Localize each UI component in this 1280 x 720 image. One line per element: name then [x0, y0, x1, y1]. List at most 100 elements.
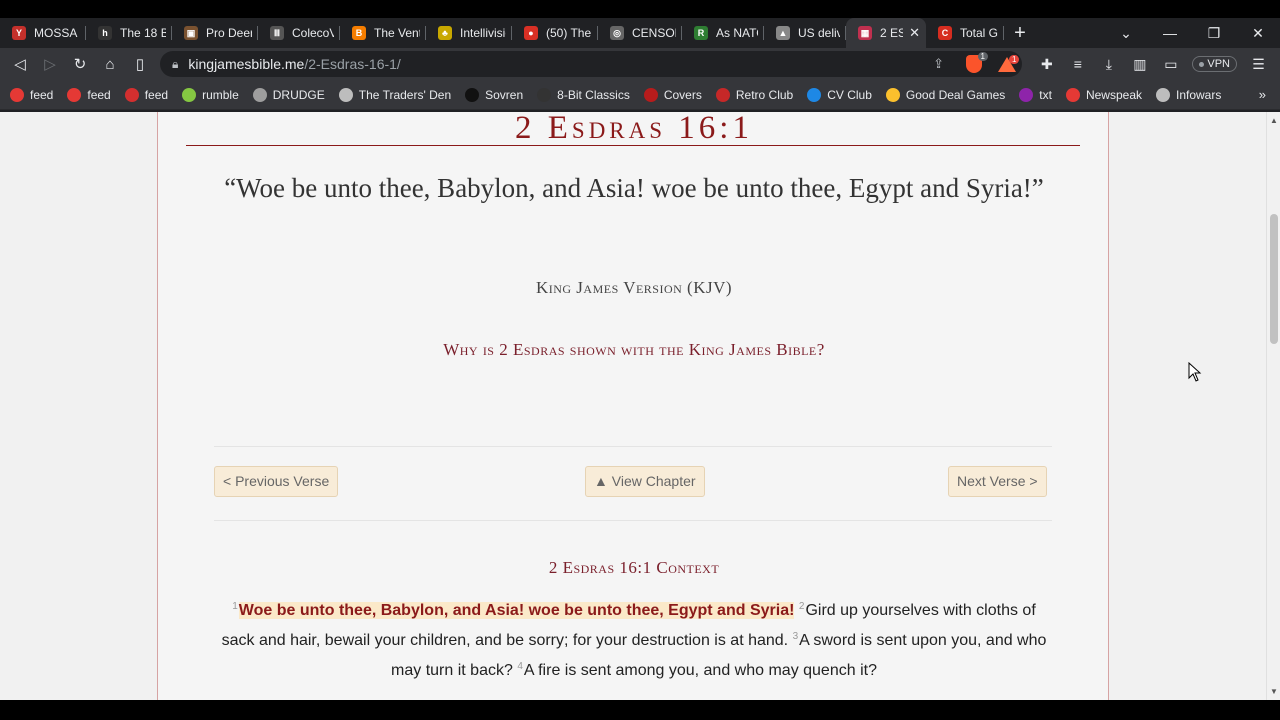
bookmark-item[interactable]: rumble — [182, 87, 239, 102]
vpn-status-icon — [1199, 61, 1205, 67]
back-icon[interactable]: ◁ — [5, 55, 35, 73]
bookmark-favicon-icon — [537, 87, 552, 102]
next-verse-button[interactable]: Next Verse > — [948, 466, 1047, 497]
rewards-count-badge: 1 — [1009, 54, 1020, 64]
bookmark-favicon-icon — [1156, 87, 1170, 102]
bookmark-item[interactable]: feed — [10, 87, 54, 102]
close-tab-icon[interactable]: ✕ — [909, 25, 920, 41]
browser-tab[interactable]: R As NATO I — [682, 18, 764, 48]
bookmark-favicon-icon — [338, 87, 353, 102]
lock-icon[interactable]: 🔒︎ — [172, 57, 178, 72]
bookmark-item[interactable]: DRUDGE — [252, 87, 325, 102]
title-underline — [186, 145, 1080, 146]
menu-icon[interactable]: ☰ — [1243, 56, 1274, 73]
previous-verse-button[interactable]: < Previous Verse — [214, 466, 339, 497]
bookmark-item[interactable]: Covers — [643, 87, 702, 102]
tab-title: Pro Deer — [206, 26, 252, 40]
bookmark-label: Newspeak — [1085, 87, 1142, 102]
verse-number[interactable]: 3 — [793, 631, 799, 642]
reload-icon[interactable]: ↻ — [65, 55, 95, 73]
download-icon[interactable]: ⤓ — [1093, 56, 1124, 73]
bookmark-label: Covers — [663, 87, 702, 102]
browser-tab[interactable]: C Total Gric — [926, 18, 1004, 48]
page-scrollbar[interactable]: ▲ ▼ — [1266, 112, 1280, 700]
bookmark-item[interactable]: Sovren — [465, 87, 523, 102]
browser-tab[interactable]: Ⅲ ColecoVis — [258, 18, 340, 48]
brave-rewards-icon[interactable]: 1 — [998, 54, 1020, 72]
context-passage: 1Woe be unto thee, Babylon, and Asia! wo… — [214, 596, 1054, 686]
close-window-icon[interactable]: ✕ — [1236, 25, 1280, 42]
divider-bottom — [214, 520, 1052, 521]
screen-bottom-border — [0, 700, 1280, 720]
browser-tab[interactable]: ● (50) The H — [512, 18, 598, 48]
tab-favicon-icon: ▲ — [776, 26, 790, 40]
bookmark-item[interactable]: feed — [67, 87, 111, 102]
sidebar-icon[interactable]: ▥ — [1124, 56, 1155, 73]
scroll-up-icon[interactable]: ▲ — [1270, 116, 1278, 125]
bookmark-favicon-icon — [1019, 87, 1034, 102]
brave-shields-icon[interactable]: 1 — [966, 52, 988, 73]
scroll-down-icon[interactable]: ▼ — [1270, 687, 1278, 696]
bookmark-item[interactable]: 8-Bit Classics — [537, 87, 630, 102]
more-bookmarks-icon[interactable]: » — [1259, 87, 1266, 102]
restore-icon[interactable]: ❐ — [1192, 25, 1236, 42]
bookmark-label: feed — [30, 87, 54, 102]
bookmark-item[interactable]: The Traders' Den — [338, 87, 452, 102]
tab-title: The Ventu — [374, 26, 420, 40]
context-verse-text: A fire is sent among you, and who may qu… — [523, 662, 877, 679]
new-tab-button[interactable]: + — [1004, 22, 1036, 45]
bookmark-item[interactable]: Newspeak — [1065, 87, 1142, 102]
browser-tab[interactable]: Y MOSSA | — [0, 18, 86, 48]
bookmark-favicon-icon — [10, 87, 24, 102]
bookmark-item[interactable]: feed — [124, 87, 168, 102]
browser-tab[interactable]: B The Ventu — [340, 18, 426, 48]
browser-tab[interactable]: ♣ Intellivisio — [426, 18, 512, 48]
browser-tab[interactable]: ◎ CENSORE — [598, 18, 682, 48]
bookmark-label: Infowars — [1176, 87, 1222, 102]
bookmark-label: The Traders' Den — [358, 87, 452, 102]
verse-number[interactable]: 1 — [232, 601, 238, 612]
browser-tab[interactable]: ▣ Pro Deer — [172, 18, 258, 48]
scrollbar-thumb[interactable] — [1270, 214, 1278, 344]
toolbar: ◁ ▷ ↻ ⌂ ▯ 🔒︎ kingjamesbible.me/2-Esdras-… — [0, 48, 1280, 80]
url-path: /2-Esdras-16-1/ — [304, 56, 401, 72]
bookmark-icon[interactable]: ▯ — [125, 55, 155, 73]
view-chapter-button[interactable]: ▲ View Chapter — [585, 466, 705, 497]
bookmark-item[interactable]: CV Club — [807, 87, 872, 102]
bookmark-favicon-icon — [807, 87, 822, 102]
playlist-icon[interactable]: ≡ — [1062, 56, 1093, 72]
verse-number[interactable]: 4 — [517, 661, 523, 672]
tab-favicon-icon: ▣ — [184, 26, 198, 40]
home-icon[interactable]: ⌂ — [95, 56, 125, 73]
version-label[interactable]: King James Version (KJV) — [158, 278, 1110, 298]
browser-tab[interactable]: ▲ US deliver — [764, 18, 846, 48]
verse-number[interactable]: 2 — [799, 601, 805, 612]
bookmark-item[interactable]: txt — [1019, 87, 1052, 102]
bookmark-item[interactable]: Retro Club — [715, 87, 794, 102]
tab-favicon-icon: R — [694, 26, 708, 40]
tab-favicon-icon: C — [938, 26, 952, 40]
bookmark-item[interactable]: Good Deal Games — [885, 87, 1005, 102]
vpn-button[interactable]: VPN — [1192, 56, 1237, 72]
bookmark-label: Retro Club — [735, 87, 794, 102]
minimize-icon[interactable]: — — [1148, 25, 1192, 41]
bookmark-label: DRUDGE — [272, 87, 325, 102]
forward-icon[interactable]: ▷ — [35, 55, 65, 73]
bookmark-label: txt — [1039, 87, 1052, 102]
extensions-icon[interactable]: ✚ — [1031, 56, 1062, 73]
bookmarks-bar: feed feed feed rumble DRUDGE The Traders' Den… — [0, 80, 1280, 110]
address-bar[interactable]: 🔒︎ kingjamesbible.me/2-Esdras-16-1/ ⇪ 1 … — [160, 51, 1022, 77]
bookmark-item[interactable]: Infowars — [1156, 87, 1222, 102]
context-heading: 2 Esdras 16:1 Context — [548, 558, 720, 577]
wallet-icon[interactable]: ▭ — [1155, 56, 1186, 73]
bookmark-label: feed — [87, 87, 111, 102]
browser-tab[interactable]: ▦ 2 ESDI ✕ — [846, 18, 926, 48]
page-viewport: 2 Esdras 16:1 “Woe be unto thee, Babylon… — [0, 112, 1280, 700]
browser-tab[interactable]: h The 18 Be — [86, 18, 172, 48]
why-esdras-link[interactable]: Why is 2 Esdras shown with the King Jame… — [158, 340, 1110, 360]
tab-title: ColecoVis — [292, 26, 334, 40]
bookmark-favicon-icon — [643, 87, 658, 102]
bookmark-label: CV Club — [827, 87, 872, 102]
tab-search-icon[interactable]: ⌄ — [1104, 25, 1148, 42]
share-icon[interactable]: ⇪ — [933, 56, 944, 72]
